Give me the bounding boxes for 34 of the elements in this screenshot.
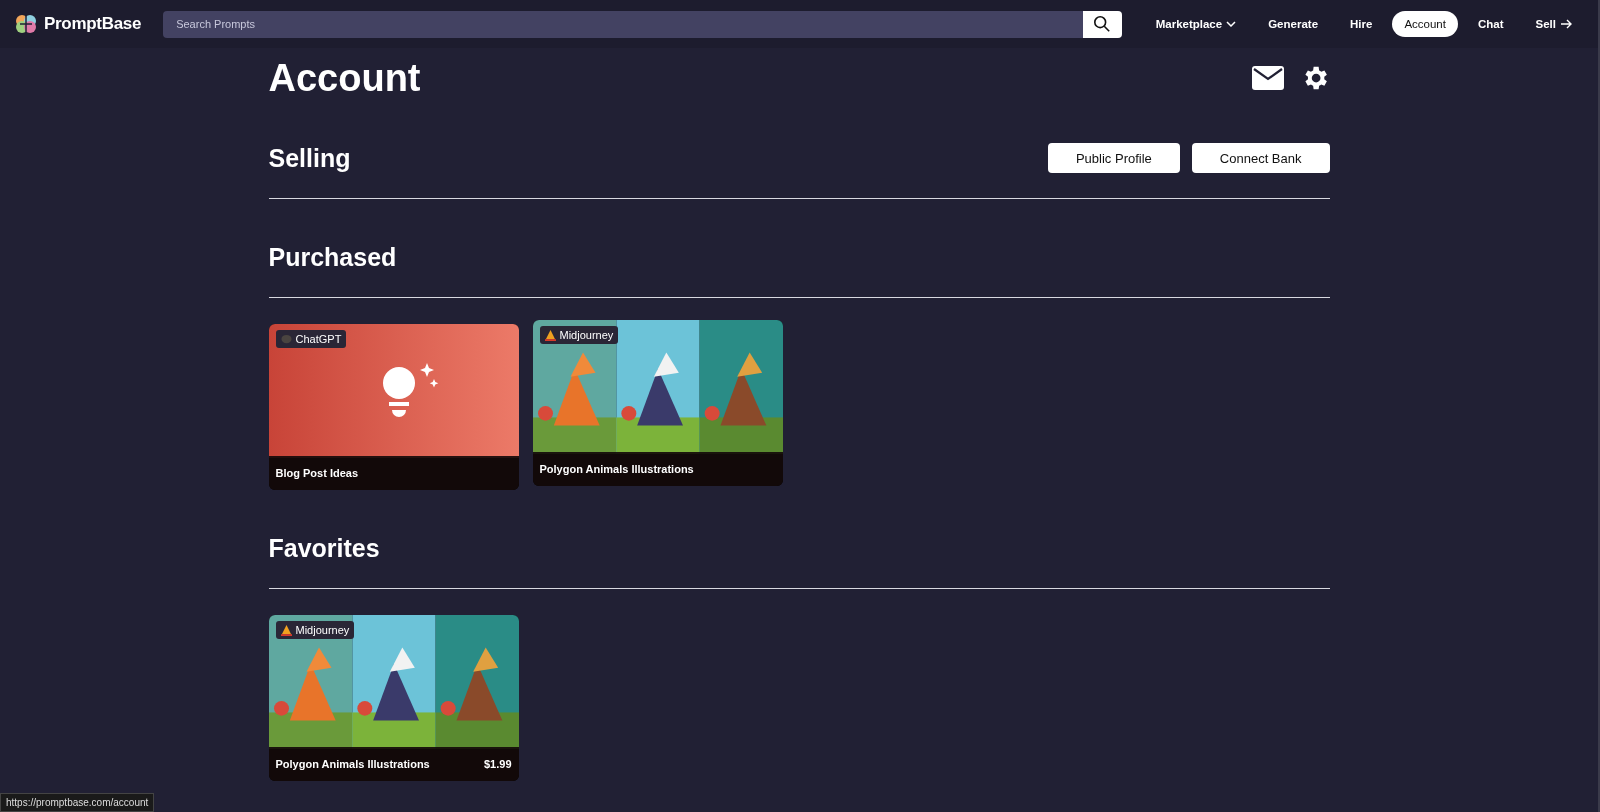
status-bar-url: https://promptbase.com/account [0,793,155,812]
section-heading: Favorites [268,533,380,563]
prompt-card[interactable]: Midjourney Polygon Animals Illustrations $1.99 [268,615,519,781]
prompt-card[interactable]: Midjourney Polygon Animals Illustrations [532,320,783,486]
nav-link[interactable]: Hire [1338,11,1385,37]
platform-name: ChatGPT [295,333,342,345]
speech-bubble-icon [280,334,292,344]
arrow-right-icon [1560,19,1572,29]
sailboat-icon [280,624,292,636]
nav-link[interactable]: Generate [1256,11,1331,37]
nav-link[interactable]: Sell [1523,11,1584,37]
section-heading: Purchased [268,242,397,272]
section-heading: Selling [268,143,351,173]
platform-name: Midjourney [295,624,350,636]
sailboat-icon [544,329,556,341]
brain-logo-icon [14,12,38,36]
nav-link[interactable]: Chat [1465,11,1516,37]
search-field[interactable]: Search Prompts [163,10,1083,38]
card-title: Polygon Animals Illustrations [275,758,430,770]
nav-link[interactable]: Account [1392,11,1458,37]
page-title: Account [268,56,421,100]
nav-link[interactable]: Marketplace [1143,11,1249,37]
card-title: Polygon Animals Illustrations [539,463,694,475]
price: $1.99 [483,758,512,770]
card-title: Blog Post Ideas [275,467,359,479]
prompt-card[interactable]: ChatGPT Blog Post Ideas [268,324,519,490]
chevron-down-icon [1226,21,1237,27]
search-button[interactable] [1082,10,1122,38]
search-icon [1093,15,1112,33]
action-button[interactable]: Public Profile [1047,143,1180,173]
brand-name[interactable]: PromptBase [44,14,142,34]
mail-icon[interactable] [1251,66,1284,90]
platform-name: Midjourney [559,329,614,341]
action-button[interactable]: Connect Bank [1191,143,1330,173]
